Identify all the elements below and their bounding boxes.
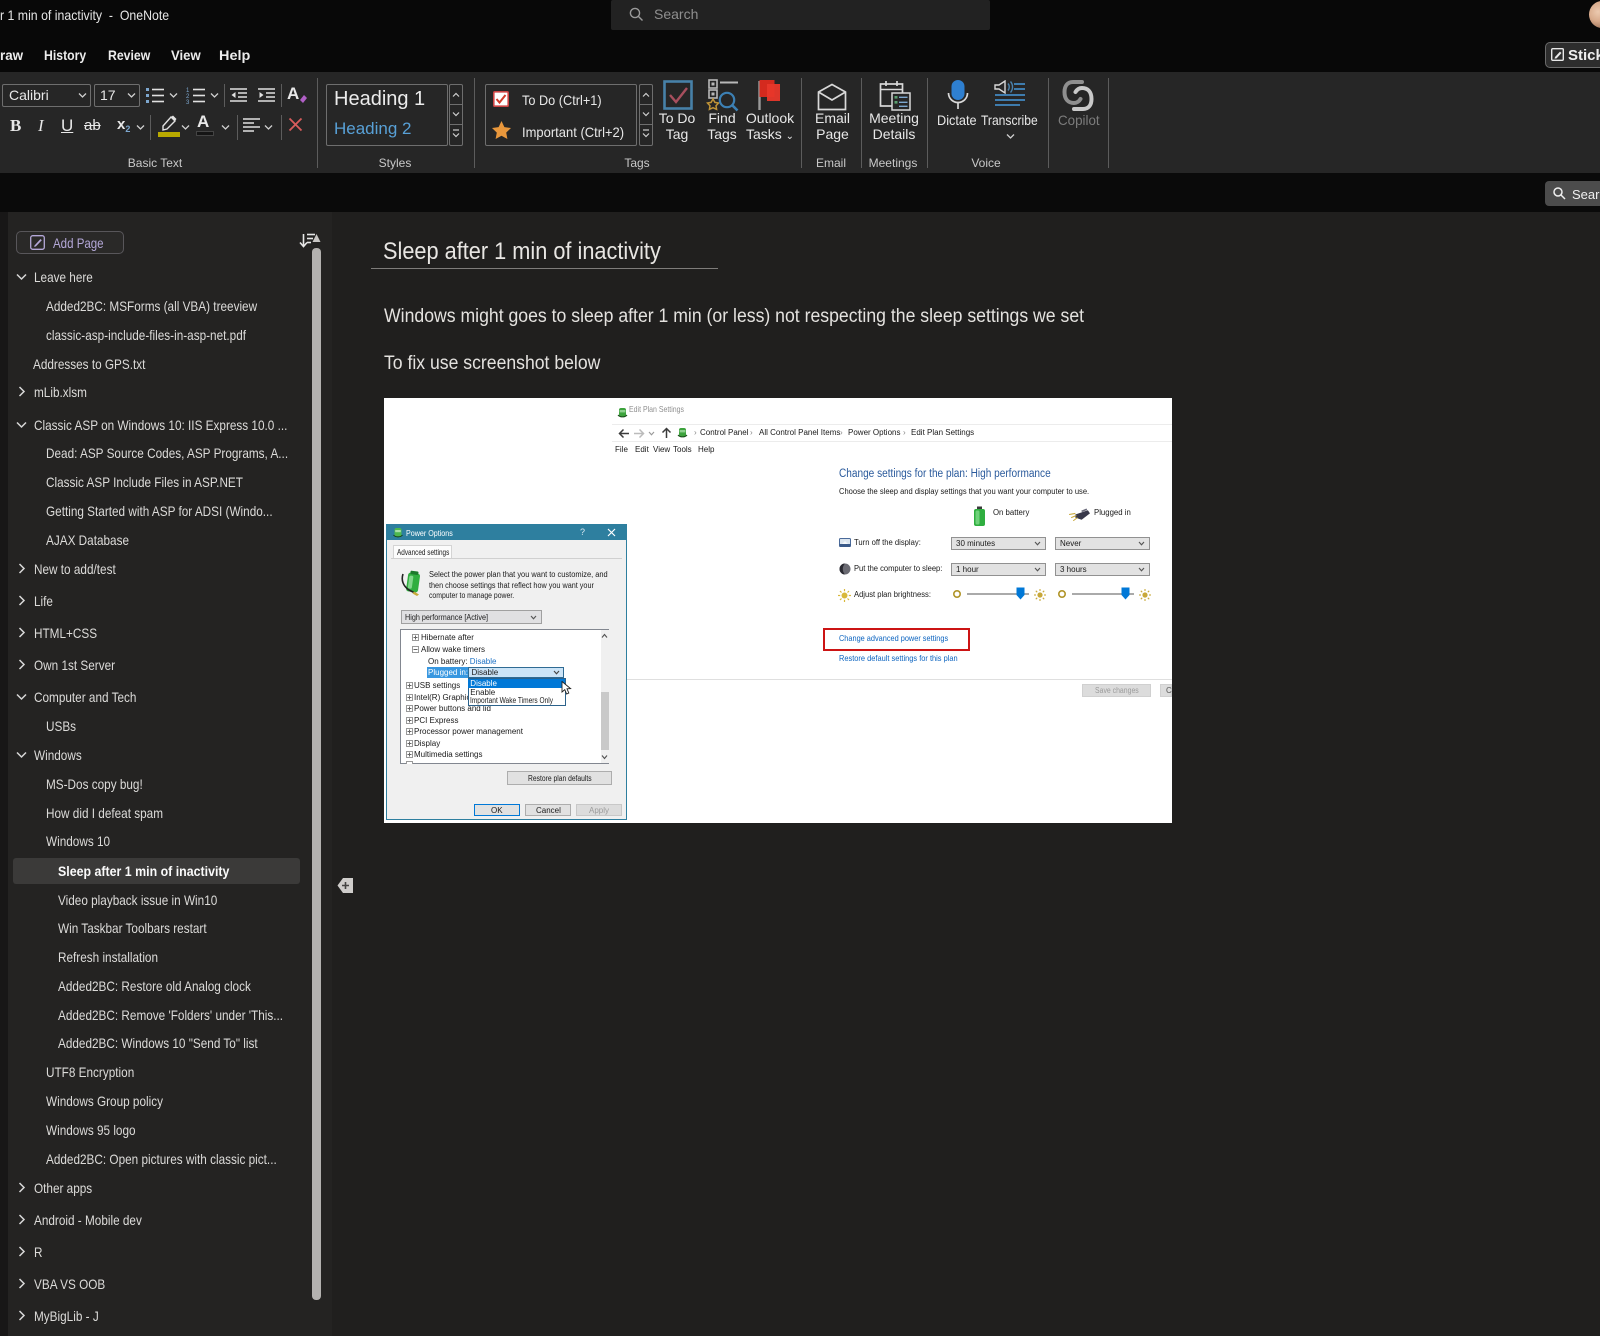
svg-text:3: 3 — [186, 100, 190, 104]
